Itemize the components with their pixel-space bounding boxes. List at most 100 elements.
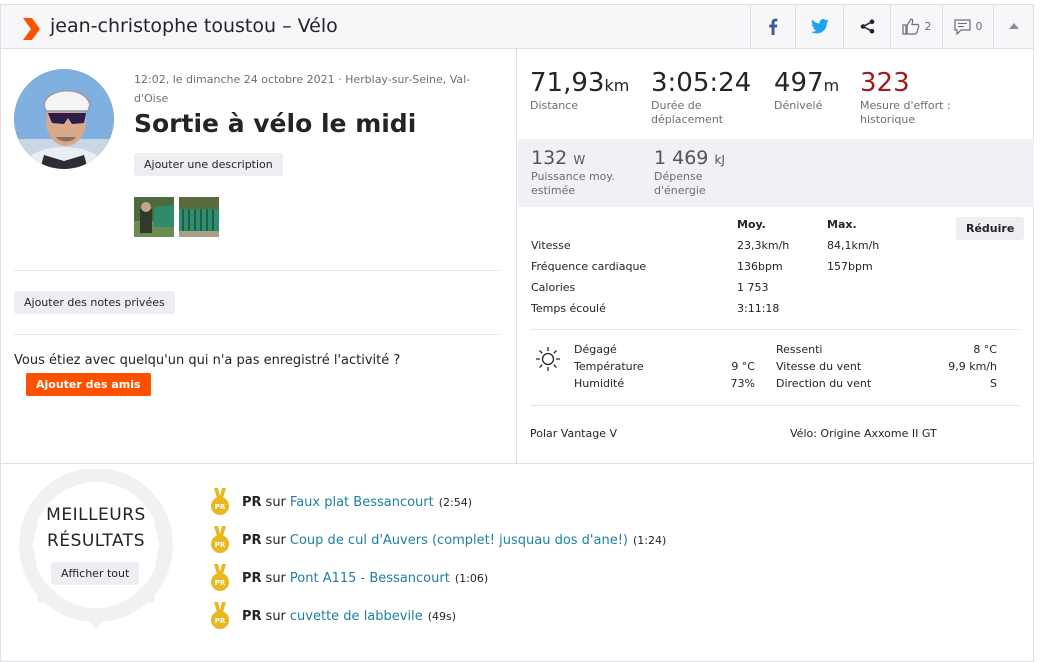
pr-time: (2:54) [438, 495, 473, 509]
energy-label: Dépense d'énergie [654, 170, 706, 197]
row-avg: 136bpm [737, 260, 783, 273]
stat-effort[interactable]: 323 Mesure d'effort : historique [860, 68, 970, 127]
pr-label: PR [242, 608, 262, 624]
power-value: 132 [531, 147, 568, 169]
pr-medal-icon: PR [211, 564, 229, 591]
wind-direction-label: Direction du vent [776, 377, 872, 390]
row-avg: 1 753 [737, 281, 769, 294]
twitter-icon [810, 19, 829, 34]
pr-sur: sur [265, 570, 286, 586]
kudos-count: 2 [924, 20, 932, 33]
comments-button[interactable]: 0 [942, 5, 993, 48]
row-avg: 3:11:18 [737, 302, 780, 315]
best-results-section: MEILLEURS RÉSULTATS Afficher tout PR PR s… [0, 463, 1034, 662]
secondary-stats: 132 W Puissance moy. estimée 1 469 kJ Dé… [518, 139, 1034, 207]
share-icon [860, 19, 874, 34]
chevron-up-icon [1008, 23, 1019, 29]
elevation-unit: m [823, 76, 840, 95]
effort-label: Mesure d'effort : historique [860, 99, 951, 126]
pr-item: PR PR sur Faux plat Bessancourt (2:54) [210, 488, 472, 516]
pr-label: PR [242, 570, 262, 586]
add-friends-button[interactable]: Ajouter des amis [26, 373, 151, 396]
moving-time-value: 3:05:24 [651, 68, 752, 98]
humidity-label: Humidité [574, 377, 625, 390]
wind-speed-value: 9,9 km/h [948, 360, 997, 373]
activity-meta: 12:02, le dimanche 24 octobre 2021 · Her… [134, 73, 471, 105]
wind-speed-label: Vitesse du vent [776, 360, 862, 373]
stat-moving-time: 3:05:24 Durée de déplacement [651, 68, 751, 127]
bike-name[interactable]: Vélo: Origine Axxome II GT [790, 427, 937, 440]
comments-count: 0 [975, 20, 983, 33]
wind-direction-value: S [990, 377, 997, 390]
row-label: Vitesse [531, 239, 571, 252]
energy-unit: kJ [714, 153, 725, 167]
best-results-title: MEILLEURS RÉSULTATS [14, 502, 178, 554]
kudos-button[interactable]: 2 [890, 5, 942, 48]
share-button[interactable] [843, 5, 890, 48]
pr-label: PR [242, 494, 262, 510]
feels-like-value: 8 °C [973, 343, 997, 356]
distance-value: 71,93 [530, 68, 605, 98]
activity-summary-panel: 12:02, le dimanche 24 octobre 2021 · Her… [0, 49, 517, 463]
divider [530, 405, 1020, 406]
pr-sur: sur [265, 608, 286, 624]
svg-text:PR: PR [215, 503, 226, 511]
pr-sur: sur [265, 532, 286, 548]
divider [14, 270, 500, 271]
weather-condition: Dégagé [574, 343, 617, 356]
pr-item: PR PR sur Pont A115 - Bessancourt (1:06) [210, 564, 488, 592]
pr-time: (49s) [427, 609, 456, 623]
pr-medal-icon: PR [211, 602, 229, 629]
pr-sur: sur [265, 494, 286, 510]
temperature-value: 9 °C [731, 360, 755, 373]
activity-title: Sortie à vélo le midi [134, 109, 417, 138]
photo-thumbnail[interactable] [179, 197, 219, 237]
elevation-label: Dénivelé [774, 99, 823, 112]
pr-medal-icon: PR [211, 526, 229, 553]
facebook-share-button[interactable] [750, 5, 795, 48]
page-title: jean-christophe toustou – Vélo [50, 15, 338, 37]
row-label: Temps écoulé [531, 302, 606, 315]
pr-medal-icon: PR [211, 488, 229, 515]
segment-link[interactable]: Coup de cul d'Auvers (complet! jusquau d… [290, 533, 628, 548]
collapse-button[interactable] [993, 5, 1033, 48]
pr-time: (1:06) [454, 571, 489, 585]
pr-item: PR PR sur cuvette de labbevile (49s) [210, 602, 456, 630]
row-max: 157bpm [827, 260, 873, 273]
humidity-value: 73% [730, 377, 755, 390]
pr-time: (1:24) [633, 533, 667, 547]
pr-label: PR [242, 532, 262, 548]
show-all-button[interactable]: Afficher tout [51, 562, 140, 585]
segment-link[interactable]: cuvette de labbevile [290, 609, 423, 624]
power-unit: W [573, 153, 586, 167]
row-label: Calories [531, 281, 576, 294]
athlete-photo [14, 69, 114, 169]
power-label: Puissance moy. estimée [531, 170, 615, 197]
activity-stats-panel: 71,93km Distance 3:05:24 Durée de déplac… [518, 49, 1034, 463]
effort-value: 323 [860, 68, 910, 98]
best-results-title-line1: MEILLEURS [46, 505, 146, 525]
col-header-avg: Moy. [737, 218, 766, 231]
svg-text:PR: PR [215, 541, 226, 549]
athlete-avatar[interactable] [14, 69, 114, 169]
segment-link[interactable]: Pont A115 - Bessancourt [290, 571, 450, 586]
stat-elevation: 497m Dénivelé [774, 68, 839, 113]
best-results-title-line2: RÉSULTATS [47, 531, 145, 551]
feels-like-label: Ressenti [776, 343, 823, 356]
col-header-max: Max. [827, 218, 857, 231]
comment-icon [953, 18, 971, 35]
row-label: Fréquence cardiaque [531, 260, 647, 273]
segment-link[interactable]: Faux plat Bessancourt [290, 495, 434, 510]
photo-thumbnail[interactable] [134, 197, 174, 237]
distance-label: Distance [530, 99, 579, 112]
stat-distance: 71,93km Distance [530, 68, 629, 113]
add-private-notes-button[interactable]: Ajouter des notes privées [14, 291, 175, 314]
svg-text:PR: PR [215, 579, 226, 587]
stat-energy: 1 469 kJ Dépense d'énergie [654, 147, 725, 198]
energy-value: 1 469 [654, 147, 709, 169]
reduce-button[interactable]: Réduire [956, 217, 1025, 240]
divider [14, 334, 500, 335]
add-description-button[interactable]: Ajouter une description [134, 153, 283, 176]
twitter-share-button[interactable] [795, 5, 843, 48]
activity-header: jean-christophe toustou – Vélo 2 0 [0, 4, 1034, 49]
